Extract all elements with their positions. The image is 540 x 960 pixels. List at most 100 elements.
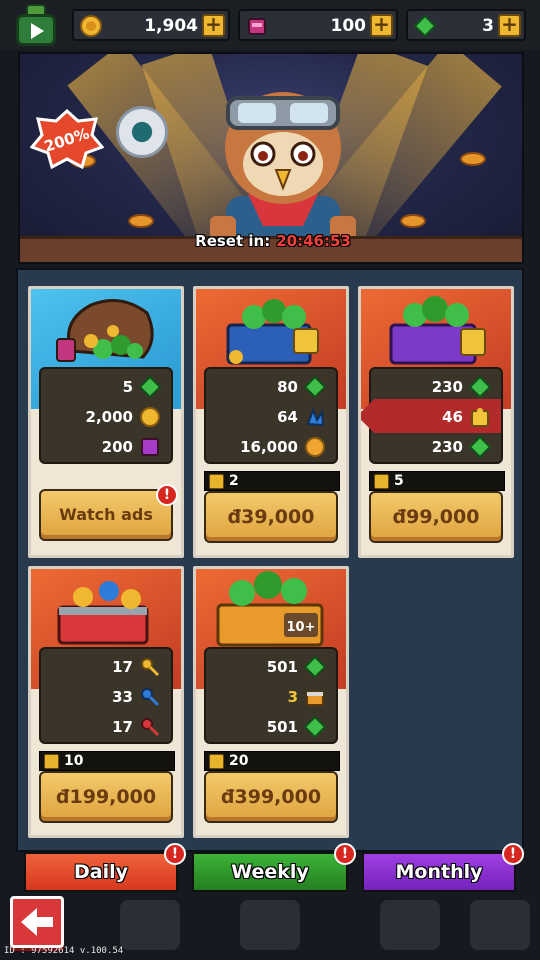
gem-icon bbox=[304, 376, 326, 398]
reward-row: 2,000 bbox=[43, 405, 161, 429]
gem-icon bbox=[414, 15, 436, 37]
reward-list: 501 3 501 bbox=[204, 647, 338, 744]
offer-card-199k[interactable]: 17 33 17 10 đ199,000 bbox=[28, 566, 184, 838]
pilot-character bbox=[210, 92, 356, 256]
reset-label: Reset in: bbox=[195, 232, 271, 250]
reward-amount: 17 bbox=[112, 718, 133, 736]
reward-amount: 17 bbox=[112, 658, 133, 676]
reward-amount: 2,000 bbox=[85, 408, 133, 426]
back-button[interactable] bbox=[10, 896, 64, 948]
monthly-alert-icon: ! bbox=[502, 843, 524, 865]
build-info: ID : 97592614 v.100.54 bbox=[4, 946, 124, 956]
gem-icon bbox=[469, 436, 491, 458]
coin-balance: 1,904 + bbox=[72, 9, 230, 41]
add-coins-button[interactable]: + bbox=[202, 14, 225, 37]
limit-icon bbox=[209, 474, 224, 489]
watch-ads-button[interactable]: Watch ads bbox=[39, 489, 173, 541]
reward-row: 16,000 bbox=[208, 435, 326, 459]
reward-list: 80 64 16,000 bbox=[204, 367, 338, 464]
flying-coin bbox=[128, 214, 154, 228]
gem-balance: 3 + bbox=[406, 9, 526, 41]
reward-amount: 80 bbox=[277, 378, 298, 396]
buy-199k-button[interactable]: đ199,000 bbox=[39, 771, 173, 823]
loot-sack-icon bbox=[56, 299, 154, 362]
blue-key-icon bbox=[141, 688, 160, 707]
reset-countdown: Reset in: 20:46:53 bbox=[20, 232, 522, 250]
offer-card-399k[interactable]: 10+ 501 3 501 20 đ399,000 bbox=[193, 566, 349, 838]
reward-row: 46 bbox=[373, 405, 491, 429]
reward-amount: 5 bbox=[122, 378, 133, 396]
purchase-count-value: 2 bbox=[229, 473, 239, 489]
nav-shadow-icon bbox=[470, 900, 530, 950]
purchase-count: 10 bbox=[39, 751, 175, 771]
reward-row: 80 bbox=[208, 375, 326, 399]
reward-amount: 501 bbox=[266, 718, 298, 736]
purchase-count: 2 bbox=[204, 471, 340, 491]
ticket-count: 100 bbox=[330, 16, 367, 36]
purchase-count-value: 20 bbox=[229, 753, 249, 769]
tab-weekly[interactable]: Weekly bbox=[192, 852, 348, 892]
reward-row: 64 bbox=[208, 405, 326, 429]
purchase-count: 20 bbox=[204, 751, 340, 771]
weekly-alert-icon: ! bbox=[334, 843, 356, 865]
reward-row: 230 bbox=[373, 375, 491, 399]
purchase-count-value: 10 bbox=[64, 753, 84, 769]
purchase-count: 5 bbox=[369, 471, 505, 491]
coin-icon bbox=[80, 15, 102, 37]
gem-chest-icon bbox=[226, 299, 319, 365]
offer-card-39k[interactable]: 80 64 16,000 2 đ39,000 bbox=[193, 286, 349, 558]
add-tickets-button[interactable]: + bbox=[370, 14, 393, 37]
reward-row: 501 bbox=[208, 715, 326, 739]
bonus-badge: 200% bbox=[30, 109, 104, 169]
buy-99k-button[interactable]: đ99,000 bbox=[369, 491, 503, 543]
ticket-balance: 100 + bbox=[238, 9, 398, 41]
reward-amount: 33 bbox=[112, 688, 133, 706]
reward-row: 3 bbox=[208, 685, 326, 709]
purple-gem-chest-icon bbox=[389, 296, 486, 365]
reward-list: 230 46 230 bbox=[361, 367, 503, 464]
free-video-button[interactable] bbox=[10, 4, 62, 48]
reward-amount: 200 bbox=[101, 438, 133, 456]
red-key-icon bbox=[141, 718, 160, 737]
offers-panel: 5 2,000 200 Watch ads ! 80 64 16,000 2 đ… bbox=[16, 268, 524, 852]
watch-ads-alert-icon: ! bbox=[156, 484, 178, 506]
reward-amount: 3 bbox=[287, 688, 298, 706]
ticket-icon bbox=[248, 18, 266, 35]
coin-count: 1,904 bbox=[144, 16, 198, 36]
svg-text:10+: 10+ bbox=[287, 620, 316, 635]
reward-row: 5 bbox=[43, 375, 161, 399]
reward-amount: 501 bbox=[266, 658, 298, 676]
play-icon bbox=[16, 14, 56, 46]
limit-icon bbox=[44, 754, 59, 769]
mega-gem-chest-icon: 10+ bbox=[216, 571, 324, 647]
nav-shadow-icon bbox=[240, 900, 300, 950]
reward-row: 17 bbox=[43, 715, 161, 739]
eye-robot-icon bbox=[116, 106, 168, 158]
gold-key-icon bbox=[141, 658, 160, 677]
offer-card-99k[interactable]: 230 46 230 5 đ99,000 bbox=[358, 286, 514, 558]
reward-list: 5 2,000 200 bbox=[39, 367, 173, 464]
gem-icon bbox=[469, 376, 491, 398]
gem-count: 3 bbox=[482, 16, 494, 36]
nav-shadow-icon bbox=[380, 900, 440, 950]
add-gems-button[interactable]: + bbox=[498, 14, 521, 37]
reward-row: 33 bbox=[43, 685, 161, 709]
daily-alert-icon: ! bbox=[164, 843, 186, 865]
purchase-count-value: 5 bbox=[394, 473, 404, 489]
flying-coin bbox=[460, 152, 486, 166]
buy-399k-button[interactable]: đ399,000 bbox=[204, 771, 338, 823]
reward-row: 230 bbox=[373, 435, 491, 459]
limit-icon bbox=[209, 754, 224, 769]
reward-amount: 230 bbox=[431, 438, 463, 456]
tab-monthly[interactable]: Monthly bbox=[362, 852, 516, 892]
offer-card-free[interactable]: 5 2,000 200 Watch ads bbox=[28, 286, 184, 558]
gem-icon bbox=[304, 656, 326, 678]
reward-amount: 230 bbox=[431, 378, 463, 396]
buy-39k-button[interactable]: đ39,000 bbox=[204, 491, 338, 543]
tab-daily[interactable]: Daily bbox=[24, 852, 178, 892]
gem-icon bbox=[304, 716, 326, 738]
key-chest-icon bbox=[57, 581, 149, 645]
nav-shadow-icon bbox=[120, 900, 180, 950]
reset-timer: 20:46:53 bbox=[276, 232, 351, 250]
puzzle-piece-icon bbox=[471, 408, 489, 427]
